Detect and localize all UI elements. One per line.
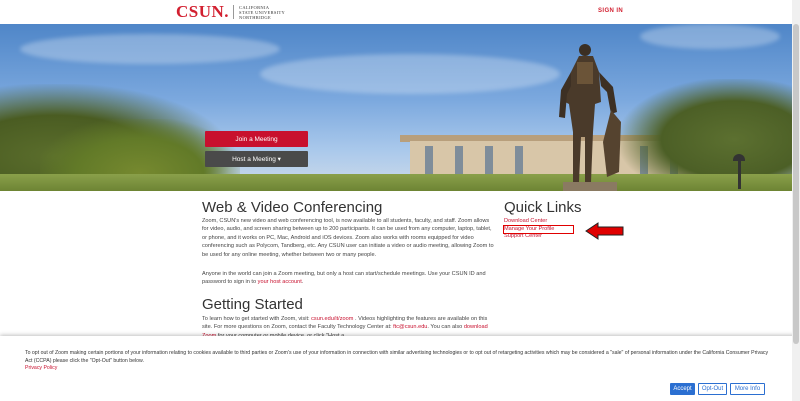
- building-window: [425, 146, 433, 176]
- annotation-highlight-box: [503, 225, 574, 234]
- opt-out-button[interactable]: Opt-Out: [698, 383, 727, 395]
- logo-divider: [233, 5, 235, 19]
- logo-subtitle-line-3: Northridge: [239, 14, 272, 20]
- lamp-post: [738, 159, 741, 189]
- building-window: [455, 146, 463, 176]
- cookie-notice-text: To opt out of Zoom making certain portio…: [25, 350, 769, 364]
- getting-started-heading: Getting Started: [202, 296, 303, 313]
- scrollbar-thumb[interactable]: [793, 24, 799, 344]
- matador-statue-image: [559, 44, 621, 191]
- page-title: Web & Video Conferencing: [202, 199, 383, 216]
- sign-in-link[interactable]: SIGN IN: [598, 8, 623, 14]
- accept-button[interactable]: Accept: [670, 383, 695, 395]
- intro-paragraph: Zoom, CSUN's new video and web conferenc…: [202, 218, 494, 258]
- host-paragraph-text: Anyone in the world can join a Zoom meet…: [202, 271, 486, 286]
- hero-banner: Join a Meeting Host a Meeting ▾: [0, 24, 800, 191]
- lawn: [0, 174, 800, 191]
- logo-wordmark: CSUN.: [176, 2, 230, 21]
- csun-zoom-link[interactable]: csun.edu/it/zoom: [311, 316, 353, 322]
- cloud: [20, 34, 280, 64]
- cloud: [640, 24, 780, 49]
- cookie-consent-banner: To opt out of Zoom making certain portio…: [0, 336, 800, 401]
- cloud: [260, 54, 560, 94]
- ftc-email-link[interactable]: ftc@csun.edu: [393, 324, 427, 330]
- host-account-link[interactable]: your host account: [258, 279, 302, 285]
- join-meeting-button[interactable]: Join a Meeting: [205, 131, 308, 147]
- site-header: CSUN. California State University Northr…: [0, 0, 800, 24]
- quick-links-heading: Quick Links: [504, 199, 582, 216]
- trees-right: [620, 79, 800, 189]
- privacy-policy-link[interactable]: Privacy Policy: [25, 365, 57, 371]
- csun-logo[interactable]: CSUN. California State University Northr…: [176, 3, 285, 21]
- gs-text-3: . You can also: [427, 324, 464, 331]
- building-window: [515, 146, 523, 176]
- quick-link-item: Support Center: [504, 233, 554, 241]
- more-info-button[interactable]: More Info: [730, 383, 765, 395]
- gs-text-1: To learn how to get started with Zoom, v…: [202, 316, 312, 322]
- download-center-link[interactable]: Download Center: [504, 218, 547, 224]
- host-meeting-button[interactable]: Host a Meeting ▾: [205, 151, 308, 167]
- building-window: [485, 146, 493, 176]
- logo-subtitle: California State University Northridge: [239, 5, 285, 20]
- host-paragraph-end: .: [301, 279, 304, 286]
- host-paragraph: Anyone in the world can join a Zoom meet…: [202, 270, 494, 287]
- annotation-arrow-icon: [585, 222, 624, 240]
